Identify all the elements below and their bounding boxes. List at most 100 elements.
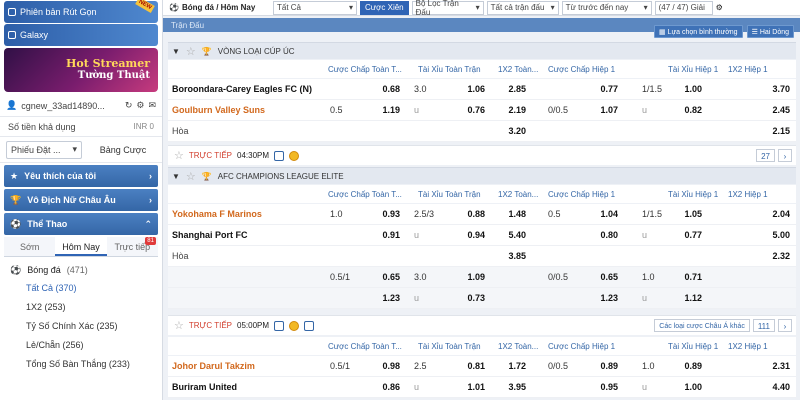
odds[interactable]: 0.95 [586, 377, 618, 398]
odds[interactable]: 0.86 [368, 377, 400, 398]
mail-icon[interactable]: ✉ [148, 100, 156, 111]
odds[interactable]: 0.68 [368, 79, 400, 100]
odds[interactable]: 0.98 [368, 356, 400, 377]
tab-live[interactable]: Trực tiếp 81 [107, 237, 158, 256]
odds[interactable]: 0.77 [586, 79, 618, 100]
market-select[interactable]: Tất Cả ▾ [273, 0, 357, 15]
coin-icon[interactable] [289, 320, 300, 331]
compact-version-banner[interactable]: Phiên bản Rút Gọn NEW [4, 0, 158, 23]
settings-icon[interactable]: ⚙ [136, 100, 144, 111]
odds[interactable]: 1.12 [670, 288, 702, 309]
odds[interactable]: 0.89 [670, 356, 702, 377]
sub-odd-even[interactable]: Lẻ/Chẵn (256) [0, 336, 162, 355]
odds[interactable]: 0.82 [670, 100, 702, 121]
star-icon: ★ [10, 170, 19, 181]
star-icon[interactable]: ☆ [174, 319, 184, 332]
time-sort-select[interactable]: Từ trước đến nay ▾ [561, 0, 652, 15]
odds[interactable]: 5.00 [758, 225, 790, 246]
favorites-section[interactable]: ★ Yêu thích của tôi › [4, 165, 158, 187]
sub-all[interactable]: Tất Cả (370) [0, 279, 162, 298]
odds[interactable]: 0.94 [453, 225, 485, 246]
odds[interactable]: 0.89 [586, 356, 618, 377]
odds[interactable]: 2.32 [758, 246, 790, 267]
tab-early[interactable]: Sớm [4, 237, 55, 256]
chevron-right-icon[interactable]: › [778, 319, 792, 332]
asian-markets-select[interactable]: Các loại cược Châu Á khác [654, 319, 750, 332]
odds[interactable]: 2.45 [758, 100, 790, 121]
chevron-right-icon[interactable]: › [778, 149, 792, 162]
star-icon[interactable]: ☆ [186, 45, 196, 58]
odds[interactable]: 1.04 [586, 204, 618, 225]
odds[interactable]: 0.73 [453, 288, 485, 309]
odds[interactable]: 2.85 [494, 79, 526, 100]
coin-icon[interactable] [289, 150, 300, 161]
odds[interactable]: 2.19 [494, 100, 526, 121]
odds[interactable]: 3.70 [758, 79, 790, 100]
line: 0.5 [548, 209, 561, 219]
odds[interactable]: 3.85 [494, 246, 526, 267]
refresh-icon[interactable]: ↻ [125, 100, 133, 111]
odds[interactable]: 2.31 [758, 356, 790, 377]
line: 0/0.5 [548, 105, 569, 115]
odds[interactable]: 1.00 [670, 79, 702, 100]
settings-icon[interactable]: ⚙ [716, 3, 723, 12]
odds[interactable]: 1.09 [453, 267, 485, 288]
odds[interactable]: 0.91 [368, 225, 400, 246]
match-2-footer: ☆ TRỰC TIẾP 05:00PM Các loại cược Châu Á… [168, 315, 796, 335]
odds[interactable]: 2.04 [758, 204, 790, 225]
odds[interactable]: 0.71 [670, 267, 702, 288]
odds[interactable]: 2.15 [758, 121, 790, 142]
league-header[interactable]: ▼ ☆ 🏆 AFC CHAMPIONS LEAGUE ELITE [168, 167, 796, 184]
chevron-right-icon: › [149, 195, 152, 205]
odds[interactable]: 1.23 [586, 288, 618, 309]
parlay-button[interactable]: Cược Xiên [360, 0, 409, 15]
galaxy-banner[interactable]: Galaxy [4, 24, 158, 46]
more-markets-count[interactable]: 111 [752, 319, 775, 332]
odds[interactable]: 0.77 [670, 225, 702, 246]
odds[interactable]: 0.80 [586, 225, 618, 246]
odds[interactable]: 1.72 [494, 356, 526, 377]
odds[interactable]: 0.88 [453, 204, 485, 225]
stats-icon[interactable] [274, 150, 285, 161]
odds[interactable]: 0.93 [368, 204, 400, 225]
odds[interactable]: 1.01 [453, 377, 485, 398]
star-icon[interactable]: ☆ [174, 149, 184, 162]
sub-correct-score[interactable]: Tỷ Số Chính Xác (235) [0, 317, 162, 336]
sub-total-goals[interactable]: Tổng Số Bàn Thắng (233) [0, 355, 162, 374]
odds[interactable]: 5.40 [494, 225, 526, 246]
odds[interactable]: 1.23 [368, 288, 400, 309]
odds[interactable]: 3.20 [494, 121, 526, 142]
sports-section[interactable]: ⚽ Thể Thao ⌃ [4, 213, 158, 235]
odds[interactable]: 0.65 [586, 267, 618, 288]
sort-select[interactable]: ▦ Lựa chọn bình thường [654, 24, 743, 38]
sub-1x2[interactable]: 1X2 (253) [0, 298, 162, 317]
euro-women-section[interactable]: 🏆 Vô Địch Nữ Châu Âu › [4, 189, 158, 211]
odds[interactable]: 4.40 [758, 377, 790, 398]
video-icon[interactable] [304, 320, 315, 331]
stats-icon[interactable] [274, 320, 285, 331]
tab-today[interactable]: Hôm Nay [55, 237, 107, 256]
line: u [642, 230, 648, 240]
odds[interactable]: 1.48 [494, 204, 526, 225]
lines-select[interactable]: ☰ Hai Dòng [746, 24, 794, 38]
odds[interactable]: 1.19 [368, 100, 400, 121]
all-matches-select[interactable]: Tất cả trận đấu ▾ [486, 0, 559, 15]
odds[interactable]: 0.65 [368, 267, 400, 288]
sport-football[interactable]: ⚽ Bóng đá (471) [0, 261, 162, 279]
hot-streamer-promo[interactable]: Hot Streamer Tường Thuật [4, 48, 158, 92]
star-icon[interactable]: ☆ [186, 170, 196, 183]
odds[interactable]: 0.81 [453, 356, 485, 377]
odds[interactable]: 3.95 [494, 377, 526, 398]
bet-slip-select[interactable]: Phiếu Đặt ... ▾ [6, 140, 82, 159]
odds[interactable]: 1.06 [453, 79, 485, 100]
odds[interactable]: 0.76 [453, 100, 485, 121]
odds[interactable]: 1.05 [670, 204, 702, 225]
match-filter-select[interactable]: Bộ Lọc Trận Đấu ▾ [411, 0, 484, 17]
odds[interactable]: 1.00 [670, 377, 702, 398]
bet-table-tab[interactable]: Bảng Cược [90, 145, 156, 155]
more-markets-count[interactable]: 27 [756, 149, 775, 162]
column-headers: Cược Chấp Toàn T... Tài Xỉu Toàn Trận 1X… [168, 185, 796, 203]
live-count-badge: 81 [145, 237, 156, 245]
league-header[interactable]: ▼ ☆ 🏆 VÒNG LOẠI CÚP ÚC [168, 42, 796, 59]
odds[interactable]: 1.07 [586, 100, 618, 121]
